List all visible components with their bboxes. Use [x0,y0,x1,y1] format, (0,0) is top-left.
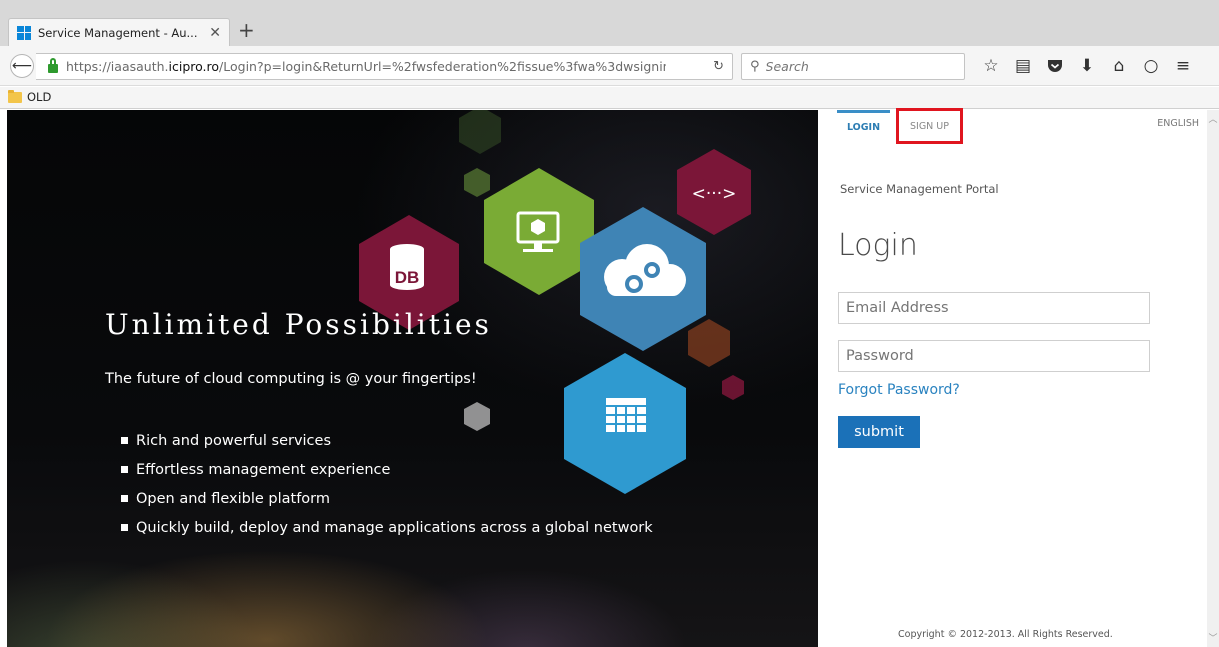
bullet-icon [121,437,128,444]
bookmark-folder-old[interactable]: OLD [8,89,52,104]
tab-title: Service Management - Au... [38,25,198,40]
download-icon[interactable]: ⬇ [1071,54,1103,78]
browser-tab[interactable]: Service Management - Au... ✕ [8,18,230,46]
bullet-icon [121,524,128,531]
windows-logo-icon [17,25,31,40]
copyright-text: Copyright © 2012-2013. All Rights Reserv… [898,629,1113,640]
url-text[interactable]: https://iaasauth.icipro.ro/Login?p=login… [66,59,666,74]
feature-item: Open and flexible platform [121,484,653,513]
reading-list-icon[interactable]: ▤ [1007,54,1039,78]
feature-item: Quickly build, deploy and manage applica… [121,513,653,542]
tab-signup[interactable]: SIGN UP [896,108,963,144]
new-tab-button[interactable]: + [238,20,255,40]
scrollbar[interactable]: ︿ ﹀ [1207,110,1219,647]
toolbar: ☆ ▤ ⬇ ⌂ ○ ≡ [975,54,1199,78]
search-icon: ⚲ [750,59,760,74]
page-title: Login [838,228,918,263]
portal-label: Service Management Portal [840,182,999,196]
bullet-icon [121,466,128,473]
language-selector[interactable]: ENGLISH [1157,118,1199,129]
navigation-bar: ⟵ https://iaasauth.icipro.ro/Login?p=log… [0,46,1219,86]
scroll-down-icon[interactable]: ﹀ [1207,631,1219,645]
password-field[interactable] [838,340,1150,372]
reload-icon[interactable]: ↻ [713,59,724,74]
home-icon[interactable]: ⌂ [1103,54,1135,78]
tab-strip: Service Management - Au... ✕ + [0,0,1219,46]
db-icon-label: DB [395,268,420,287]
feature-list: Rich and powerful services Effortless ma… [121,426,653,542]
bullet-icon [121,495,128,502]
search-input[interactable] [765,59,946,74]
auth-tabs: LOGIN SIGN UP ENGLISH [818,108,1207,144]
feature-item: Effortless management experience [121,455,653,484]
back-button[interactable]: ⟵ [10,54,34,78]
menu-icon[interactable]: ≡ [1167,54,1199,78]
bookmark-label: OLD [27,90,52,104]
address-bar[interactable]: https://iaasauth.icipro.ro/Login?p=login… [36,53,733,80]
login-panel: LOGIN SIGN UP ENGLISH Service Management… [818,108,1207,647]
hero-subtitle: The future of cloud computing is @ your … [105,371,477,387]
pocket-icon[interactable] [1039,54,1071,78]
chat-bubble-icon[interactable]: ○ [1135,54,1167,78]
hero-banner: DB <···> Unlimited Possibilities The fut… [7,110,818,647]
folder-icon [8,89,22,103]
code-icon: <···> [692,184,737,204]
close-icon[interactable]: ✕ [209,26,221,40]
scroll-up-icon[interactable]: ︿ [1207,112,1219,126]
search-bar[interactable]: ⚲ [741,53,965,80]
submit-button[interactable]: submit [838,416,920,448]
lock-icon [48,58,58,73]
back-arrow-icon: ⟵ [11,58,33,74]
forgot-password-link[interactable]: Forgot Password? [838,382,960,398]
tab-login[interactable]: LOGIN [837,110,890,142]
email-field[interactable] [838,292,1150,324]
bookmarks-bar: OLD [0,87,1219,109]
browser-window: Service Management - Au... ✕ + ⟵ https:/… [0,0,1219,647]
bookmark-star-icon[interactable]: ☆ [975,54,1007,78]
hero-title: Unlimited Possibilities [105,308,492,341]
page-content: DB <···> Unlimited Possibilities The fut… [0,108,1219,647]
feature-item: Rich and powerful services [121,426,653,455]
